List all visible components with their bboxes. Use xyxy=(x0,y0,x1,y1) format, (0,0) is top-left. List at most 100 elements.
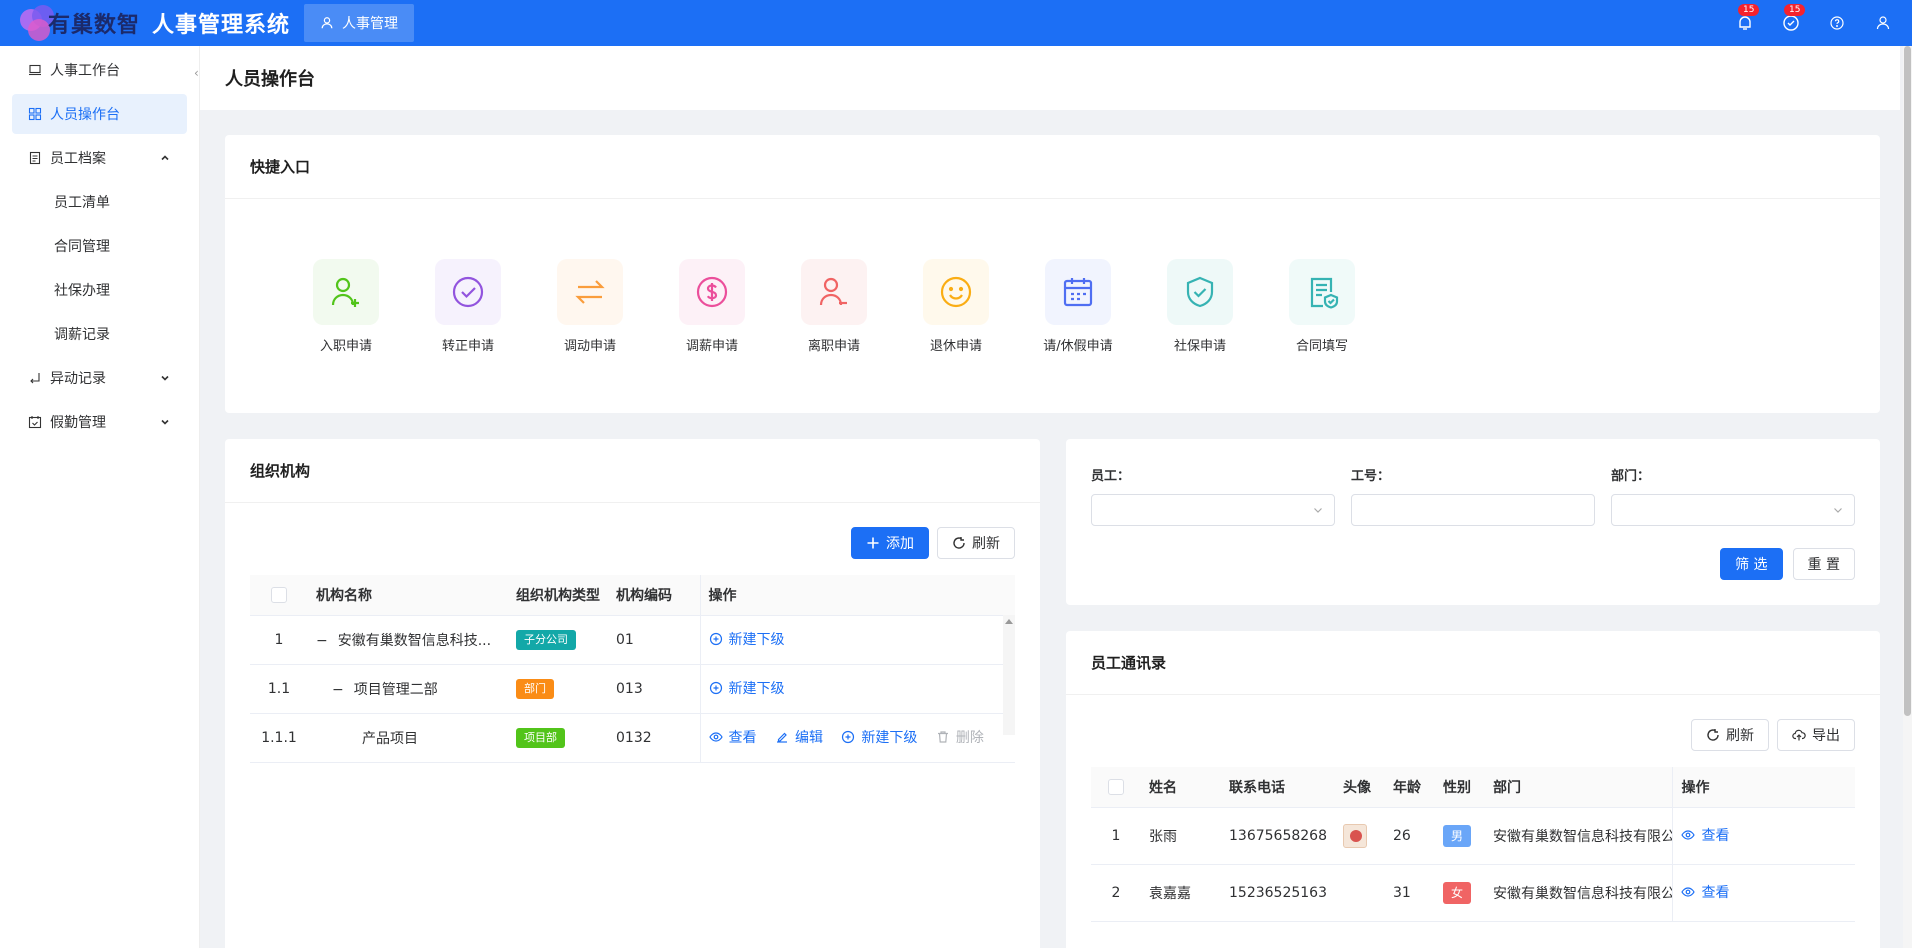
top-tab-hr[interactable]: 人事管理 xyxy=(304,4,415,42)
plus-icon xyxy=(867,537,879,549)
system-title: 人事管理系统 xyxy=(152,13,291,38)
quick-regularization[interactable]: 转正申请 xyxy=(407,259,529,354)
quick-label: 调动申请 xyxy=(563,339,616,354)
tasks-button[interactable]: 15 xyxy=(1782,4,1806,32)
quick-contract-fill[interactable]: 合同填写 xyxy=(1261,259,1383,354)
org-code: 0132 xyxy=(608,713,700,763)
table-row[interactable]: 2 袁嘉嘉 15236525163 31 女 安徽有巢数智信息科技有限公 查看 xyxy=(1091,864,1855,922)
quick-icon-bg xyxy=(801,259,867,325)
cloud-upload-icon xyxy=(1792,729,1806,741)
org-table-scrollbar[interactable] xyxy=(1003,615,1015,735)
add-org-button[interactable]: 添加 xyxy=(851,527,929,559)
brand-logo[interactable]: 有巢数智 xyxy=(16,0,140,46)
add-child-button[interactable]: 新建下级 xyxy=(841,727,917,747)
quick-transfer[interactable]: 调动申请 xyxy=(529,259,651,354)
jobno-input[interactable] xyxy=(1351,494,1595,526)
select-all-checkbox[interactable] xyxy=(1108,778,1124,795)
user-icon xyxy=(321,17,333,29)
employee-filter-label: 员工： xyxy=(1091,469,1131,484)
plus-circle-icon xyxy=(709,681,722,695)
add-org-label: 添加 xyxy=(886,536,914,552)
select-all-checkbox[interactable] xyxy=(271,586,287,603)
notification-badge: 15 xyxy=(1738,4,1760,16)
quick-salary-adjust[interactable]: 调薪申请 xyxy=(651,259,773,354)
org-table: 机构名称 组织机构类型 机构编码 操作 1 − 安徽有巢数智信息科技... 子分公… xyxy=(250,575,1015,763)
edit-button[interactable]: 编辑 xyxy=(775,727,823,747)
export-label: 导出 xyxy=(1812,728,1840,744)
col-age: 年龄 xyxy=(1384,767,1435,808)
add-child-button[interactable]: 新建下级 xyxy=(709,629,785,649)
view-button[interactable]: 查看 xyxy=(1681,825,1729,845)
org-name-cell: − 安徽有巢数智信息科技... xyxy=(308,615,508,665)
reset-button[interactable]: 重 置 xyxy=(1792,548,1855,580)
eye-icon xyxy=(1681,887,1696,897)
laptop-icon xyxy=(29,64,41,76)
calendar-icon xyxy=(1063,278,1093,307)
quick-leave[interactable]: 请/休假申请 xyxy=(1017,259,1139,354)
quick-label: 调薪申请 xyxy=(685,339,738,354)
sidebar-item-hr-workbench[interactable]: 人事工作台 xyxy=(12,50,187,90)
edit-icon xyxy=(776,732,787,743)
delete-button[interactable]: 删除 xyxy=(936,727,984,747)
quick-resignation[interactable]: 离职申请 xyxy=(773,259,895,354)
avatar-cell xyxy=(1334,807,1385,865)
export-button[interactable]: 导出 xyxy=(1777,719,1855,751)
quick-onboarding[interactable]: 入职申请 xyxy=(285,259,407,354)
org-type-cell: 部门 xyxy=(508,664,608,714)
sidebar-subitem-social-security[interactable]: 社保办理 xyxy=(12,270,187,310)
employee-age: 31 xyxy=(1384,864,1435,922)
refresh-directory-button[interactable]: 刷新 xyxy=(1691,719,1769,751)
plus-circle-icon xyxy=(709,632,722,646)
scrollbar-thumb[interactable] xyxy=(1904,46,1911,716)
notification-button[interactable]: 15 xyxy=(1736,4,1760,32)
tree-collapse-icon[interactable]: − xyxy=(332,682,344,698)
sidebar-subitem-employee-list[interactable]: 员工清单 xyxy=(12,182,187,222)
user-add-icon xyxy=(331,277,359,307)
sidebar-item-transfer-records[interactable]: 异动记录 xyxy=(12,358,187,398)
refresh-org-button[interactable]: 刷新 xyxy=(937,527,1015,559)
table-row[interactable]: 1.1 − 项目管理二部 部门 013 新建下级 xyxy=(250,664,1015,714)
view-button[interactable]: 查看 xyxy=(708,727,757,747)
add-child-button[interactable]: 新建下级 xyxy=(709,678,785,698)
sidebar-item-attendance[interactable]: 假勤管理 xyxy=(12,402,187,442)
org-table-header: 机构名称 组织机构类型 机构编码 操作 xyxy=(250,575,1015,616)
org-name-cell: − 项目管理二部 xyxy=(308,664,508,714)
sidebar-subitem-contract-mgmt[interactable]: 合同管理 xyxy=(12,226,187,266)
filter-button[interactable]: 筛 选 xyxy=(1720,548,1783,580)
quick-retirement[interactable]: 退休申请 xyxy=(895,259,1017,354)
directory-toolbar: 刷新 导出 xyxy=(1066,695,1880,767)
user-menu-button[interactable] xyxy=(1874,14,1892,32)
org-type-tag: 部门 xyxy=(516,678,554,699)
actions-cell: 查看 编辑 新建下级 删除 xyxy=(699,713,1015,763)
col-dept: 部门 xyxy=(1484,767,1673,808)
actions-cell: 新建下级 xyxy=(699,664,1015,714)
tree-collapse-icon[interactable]: − xyxy=(316,633,328,649)
sidebar-item-employee-archive[interactable]: 员工档案 xyxy=(12,138,187,178)
quick-label: 社保申请 xyxy=(1173,339,1226,354)
employee-select[interactable] xyxy=(1091,494,1335,526)
quick-social-security[interactable]: 社保申请 xyxy=(1139,259,1261,354)
jobno-filter-label: 工号： xyxy=(1351,469,1391,484)
quick-label: 入职申请 xyxy=(319,339,372,354)
table-row[interactable]: 1.1.1 产品项目 项目部 0132 查看 编辑 新建下级 删除 xyxy=(250,713,1015,763)
chevron-down-icon xyxy=(1834,508,1842,513)
help-button[interactable] xyxy=(1828,14,1846,32)
view-button[interactable]: 查看 xyxy=(1681,882,1729,902)
sidebar-subitem-salary-records[interactable]: 调薪记录 xyxy=(12,314,187,354)
org-name-cell: 产品项目 xyxy=(308,713,508,763)
sidebar-item-label: 员工档案 xyxy=(50,151,106,167)
col-org-code: 机构编码 xyxy=(608,575,700,616)
page-scrollbar[interactable] xyxy=(1903,46,1912,948)
sidebar-item-label: 假勤管理 xyxy=(50,415,106,431)
avatar[interactable] xyxy=(1342,823,1367,848)
org-name: 安徽有巢数智信息科技... xyxy=(337,632,492,649)
table-row[interactable]: 1 − 安徽有巢数智信息科技... 子分公司 01 新建下级 xyxy=(250,615,1015,665)
sidebar-item-label: 人员操作台 xyxy=(50,107,120,123)
actions-cell: 新建下级 xyxy=(699,615,1015,665)
enter-arrow-icon xyxy=(30,373,40,384)
top-header: 有巢数智 人事管理系统 人事管理 15 15 xyxy=(0,0,1912,46)
dept-select[interactable] xyxy=(1611,494,1855,526)
table-row[interactable]: 1 张雨 13675658268 26 男 安徽有巢数智信息科技有限公 查看 xyxy=(1091,807,1855,865)
add-child-label: 新建下级 xyxy=(728,681,785,697)
sidebar-item-staff-console[interactable]: 人员操作台 xyxy=(12,94,187,134)
